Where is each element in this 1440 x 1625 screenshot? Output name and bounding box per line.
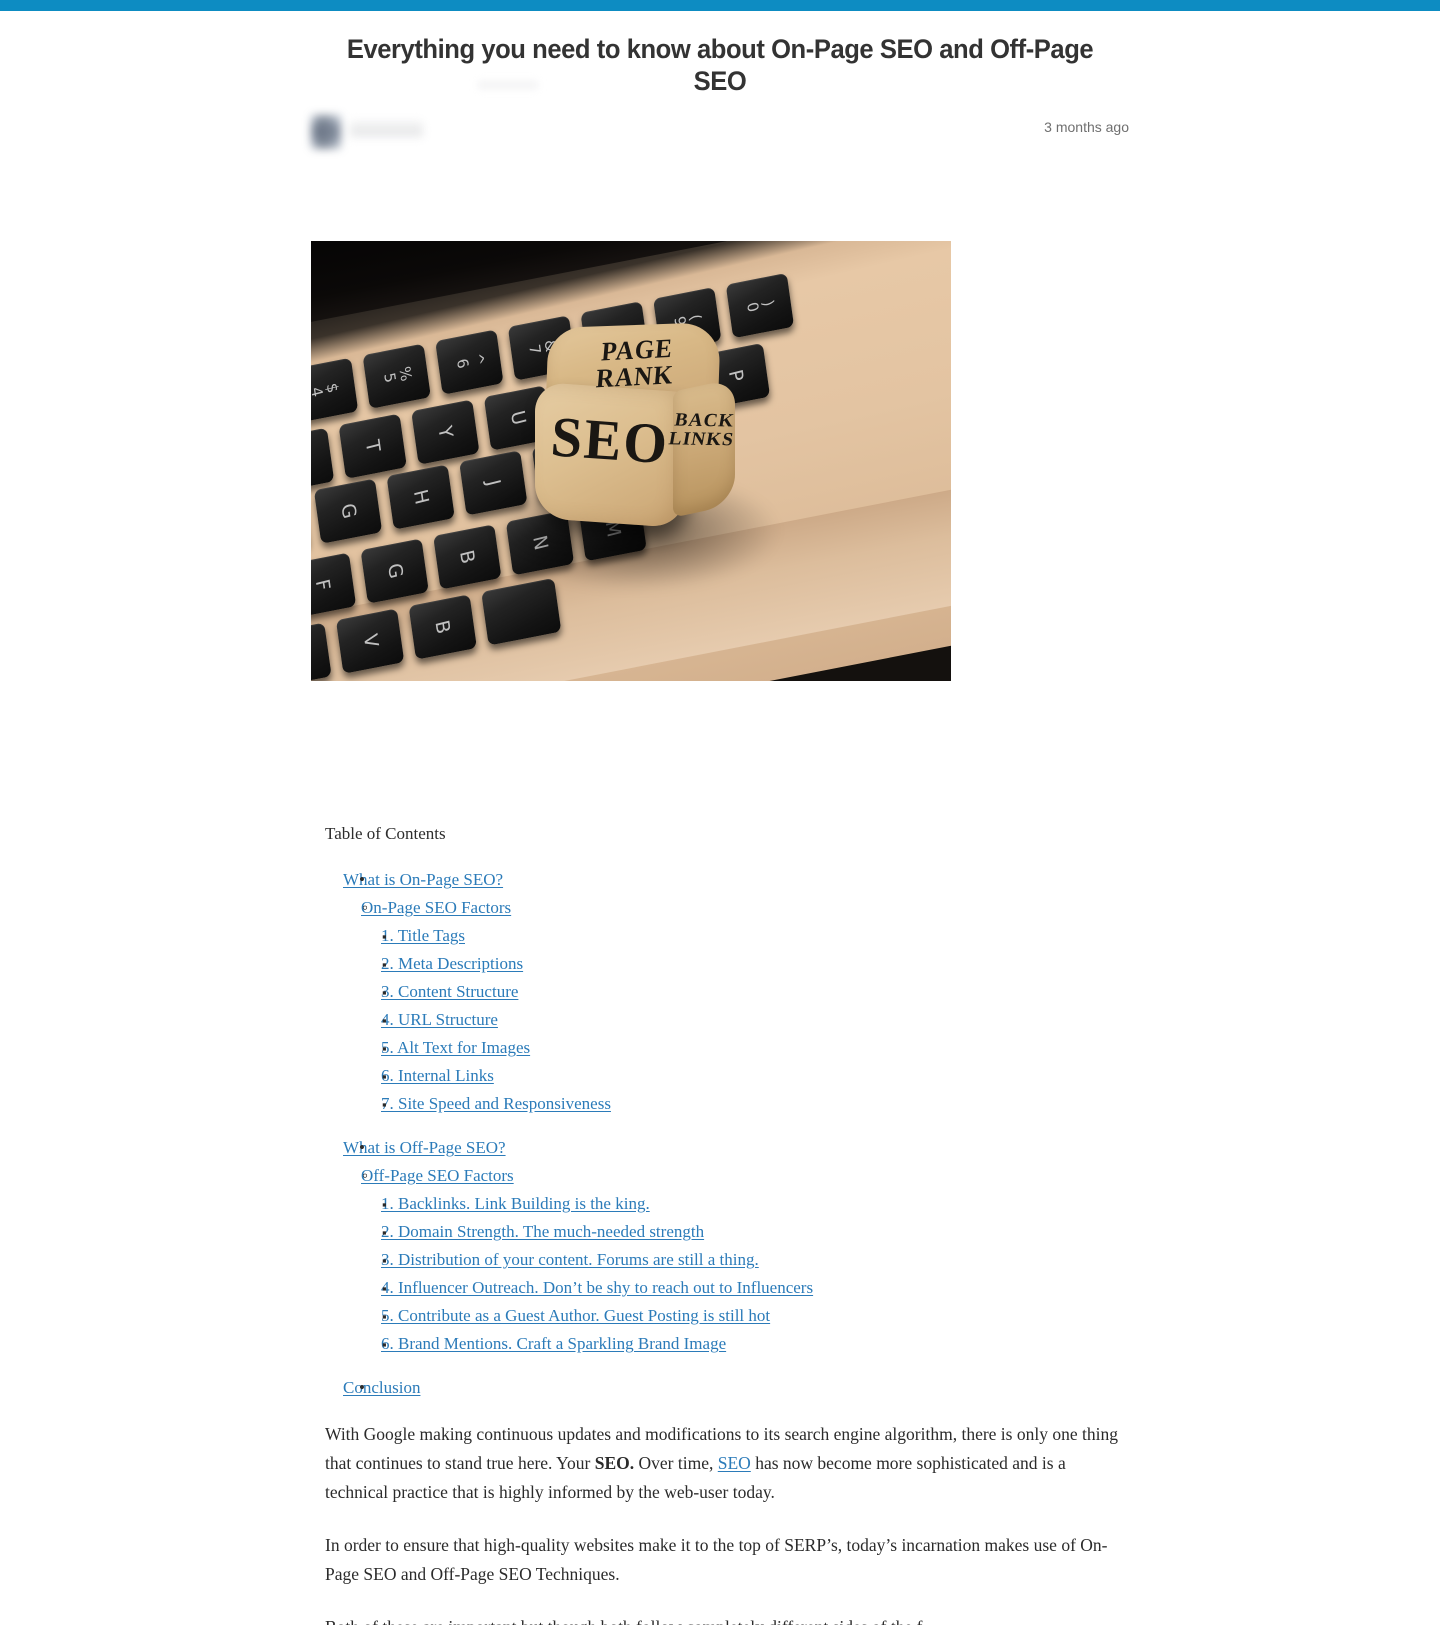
toc-link-internal-links[interactable]: 6. Internal Links	[381, 1066, 494, 1085]
toc-link-domain-strength[interactable]: 2. Domain Strength. The much-needed stre…	[381, 1222, 704, 1241]
list-item: What is Off-Page SEO? Off-Page SEO Facto…	[311, 1134, 1129, 1359]
paragraph-1-bold-seo: SEO.	[594, 1453, 635, 1474]
toc-link-conclusion[interactable]: Conclusion	[343, 1378, 420, 1397]
die-label-page-rank: PAGE RANK	[594, 334, 675, 394]
toc-link-meta-descriptions[interactable]: 2. Meta Descriptions	[381, 954, 523, 973]
toc-link-backlinks[interactable]: 1. Backlinks. Link Building is the king.	[381, 1194, 650, 1213]
seo-die: PAGE RANK SEO BACK LINKS	[533, 321, 736, 528]
toc-link-alt-text-for-images[interactable]: 5. Alt Text for Images	[381, 1038, 530, 1057]
paragraph-1-text-b: Over time,	[634, 1453, 718, 1474]
toc-heading: Table of Contents	[325, 823, 446, 843]
list-item: 2. Meta Descriptions	[361, 950, 1129, 979]
post-date: 3 months ago	[1044, 118, 1129, 135]
list-item: 5. Contribute as a Guest Author. Guest P…	[361, 1302, 1129, 1331]
list-spacer	[311, 1118, 1129, 1134]
top-accent-bar	[0, 0, 1440, 11]
hero-photo-keyboard-with-seo-die: $4 %5 ^6 &7 *8 (9 )0 R T Y U I O P	[311, 240, 951, 681]
list-item: 4. Influencer Outreach. Don’t be shy to …	[361, 1274, 1129, 1303]
toc-list: What is On-Page SEO? On-Page SEO Factors…	[311, 866, 1129, 1402]
author-subtitle	[478, 81, 538, 89]
list-item: 2. Domain Strength. The much-needed stre…	[361, 1218, 1129, 1247]
die-label-backlinks: BACK LINKS	[667, 409, 737, 450]
paragraph-1: With Google making continuous updates an…	[325, 1420, 1129, 1507]
list-item: 4. URL Structure	[361, 1006, 1129, 1035]
toc-link-site-speed[interactable]: 7. Site Speed and Responsiveness	[381, 1094, 611, 1113]
toc-link-on-page-seo-factors[interactable]: On-Page SEO Factors	[361, 898, 511, 917]
table-of-contents: Table of Contents What is On-Page SEO? O…	[311, 821, 1129, 1403]
list-item: Off-Page SEO Factors 1. Backlinks. Link …	[343, 1162, 1129, 1359]
toc-link-content-structure[interactable]: 3. Content Structure	[381, 982, 518, 1001]
list-item: On-Page SEO Factors 1. Title Tags 2. Met…	[343, 894, 1129, 1119]
inline-link-seo[interactable]: SEO	[718, 1453, 751, 1473]
article-header: Everything you need to know about On-Pag…	[311, 11, 1129, 149]
article-meta-row: 3 months ago	[311, 114, 1129, 149]
list-item: 3. Distribution of your content. Forums …	[361, 1246, 1129, 1275]
toc-link-title-tags[interactable]: 1. Title Tags	[381, 926, 465, 945]
list-item: 7. Site Speed and Responsiveness	[361, 1090, 1129, 1119]
author-name	[350, 121, 423, 139]
author-block[interactable]	[311, 114, 423, 149]
toc-link-url-structure[interactable]: 4. URL Structure	[381, 1010, 498, 1029]
list-item: 3. Content Structure	[361, 978, 1129, 1007]
list-item: 6. Internal Links	[361, 1062, 1129, 1091]
page-title: Everything you need to know about On-Pag…	[346, 34, 1094, 97]
toc-link-distribution-of-content[interactable]: 3. Distribution of your content. Forums …	[381, 1250, 759, 1269]
hero-image: $4 %5 ^6 &7 *8 (9 )0 R T Y U I O P	[311, 240, 951, 681]
article-page: Everything you need to know about On-Pag…	[0, 11, 1440, 1625]
article-content: Everything you need to know about On-Pag…	[311, 11, 1129, 1625]
toc-link-off-page-seo-factors[interactable]: Off-Page SEO Factors	[361, 1166, 514, 1185]
toc-link-what-is-off-page-seo[interactable]: What is Off-Page SEO?	[343, 1138, 506, 1157]
die-label-seo: SEO	[548, 404, 672, 477]
list-item: 6. Brand Mentions. Craft a Sparkling Bra…	[361, 1330, 1129, 1359]
list-spacer	[311, 1358, 1129, 1374]
toc-link-what-is-on-page-seo[interactable]: What is On-Page SEO?	[343, 870, 503, 889]
list-item: 5. Alt Text for Images	[361, 1034, 1129, 1063]
list-item: 1. Backlinks. Link Building is the king.	[361, 1190, 1129, 1219]
toc-link-influencer-outreach[interactable]: 4. Influencer Outreach. Don’t be shy to …	[381, 1278, 813, 1297]
paragraph-3: Both of these are important but though b…	[325, 1613, 1129, 1625]
avatar	[311, 114, 341, 149]
article-body: With Google making continuous updates an…	[311, 1420, 1129, 1624]
list-item: 1. Title Tags	[361, 922, 1129, 951]
list-item: What is On-Page SEO? On-Page SEO Factors…	[311, 866, 1129, 1119]
toc-link-brand-mentions[interactable]: 6. Brand Mentions. Craft a Sparkling Bra…	[381, 1334, 726, 1353]
list-item: Conclusion	[311, 1374, 1129, 1402]
toc-link-guest-author[interactable]: 5. Contribute as a Guest Author. Guest P…	[381, 1306, 770, 1325]
paragraph-2: In order to ensure that high-quality web…	[325, 1534, 1108, 1584]
